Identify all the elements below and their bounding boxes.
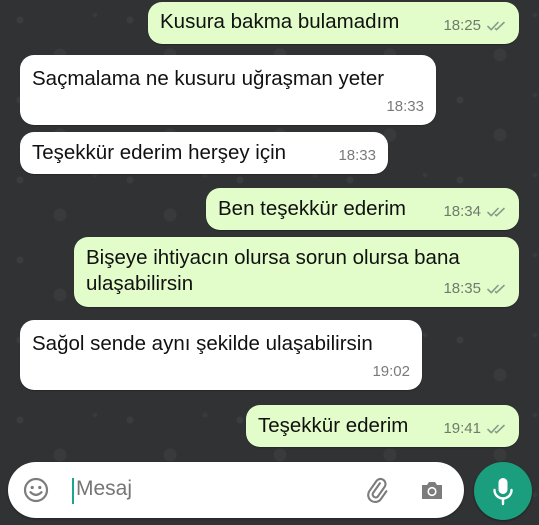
message-time: 18:34 [443,203,481,220]
double-check-icon [487,423,507,435]
message-time: 18:33 [386,98,424,115]
message-composer [8,462,464,518]
paperclip-icon[interactable] [362,476,390,504]
message-bubble-incoming[interactable]: Teşekkür ederim herşey için 18:33 [20,132,388,174]
message-bubble-outgoing[interactable]: Bişeye ihtiyacın olursa sorun olursa ban… [74,237,519,307]
message-text: Teşekkür ederim [258,414,409,437]
message-bubble-outgoing[interactable]: Kusura bakma bulamadım 18:25 [148,2,519,44]
double-check-icon [487,20,507,32]
message-text: Saçmalama ne kusuru uğraşman yeter [32,67,385,90]
message-bubble-outgoing[interactable]: Teşekkür ederim 19:41 [246,405,519,447]
message-text: Sağol sende aynı şekilde ulaşabilirsin [32,332,373,355]
camera-icon[interactable] [418,476,446,504]
message-meta: 18:25 [443,13,507,39]
message-text: Kusura bakma bulamadım [160,10,400,33]
message-meta: 18:33 [338,143,376,169]
emoji-icon[interactable] [22,476,50,504]
message-time: 18:33 [338,147,376,164]
voice-record-button[interactable] [474,462,532,520]
microphone-icon [491,476,515,506]
message-text: Ben teşekkür ederim [218,197,407,220]
double-check-icon [487,206,507,218]
message-time: 19:02 [372,363,410,380]
message-bubble-incoming[interactable]: Sağol sende aynı şekilde ulaşabilirsin 1… [20,320,422,390]
message-text: Bişeye ihtiyacın olursa sorun olursa ban… [86,246,460,295]
message-meta: 19:41 [443,416,507,442]
message-input[interactable] [76,477,346,501]
message-bubble-incoming[interactable]: Saçmalama ne kusuru uğraşman yeter 18:33 [20,55,436,125]
message-bubble-outgoing[interactable]: Ben teşekkür ederim 18:34 [206,188,519,230]
message-time: 19:41 [443,420,481,437]
double-check-icon [487,283,507,295]
message-meta: 18:34 [443,199,507,225]
message-time: 18:25 [443,17,481,34]
message-meta: 18:33 [386,94,424,120]
message-time: 18:35 [443,280,481,297]
message-meta: 19:02 [372,359,410,385]
message-text: Teşekkür ederim herşey için [32,141,287,164]
text-caret [72,478,74,504]
message-meta: 18:35 [443,276,507,302]
